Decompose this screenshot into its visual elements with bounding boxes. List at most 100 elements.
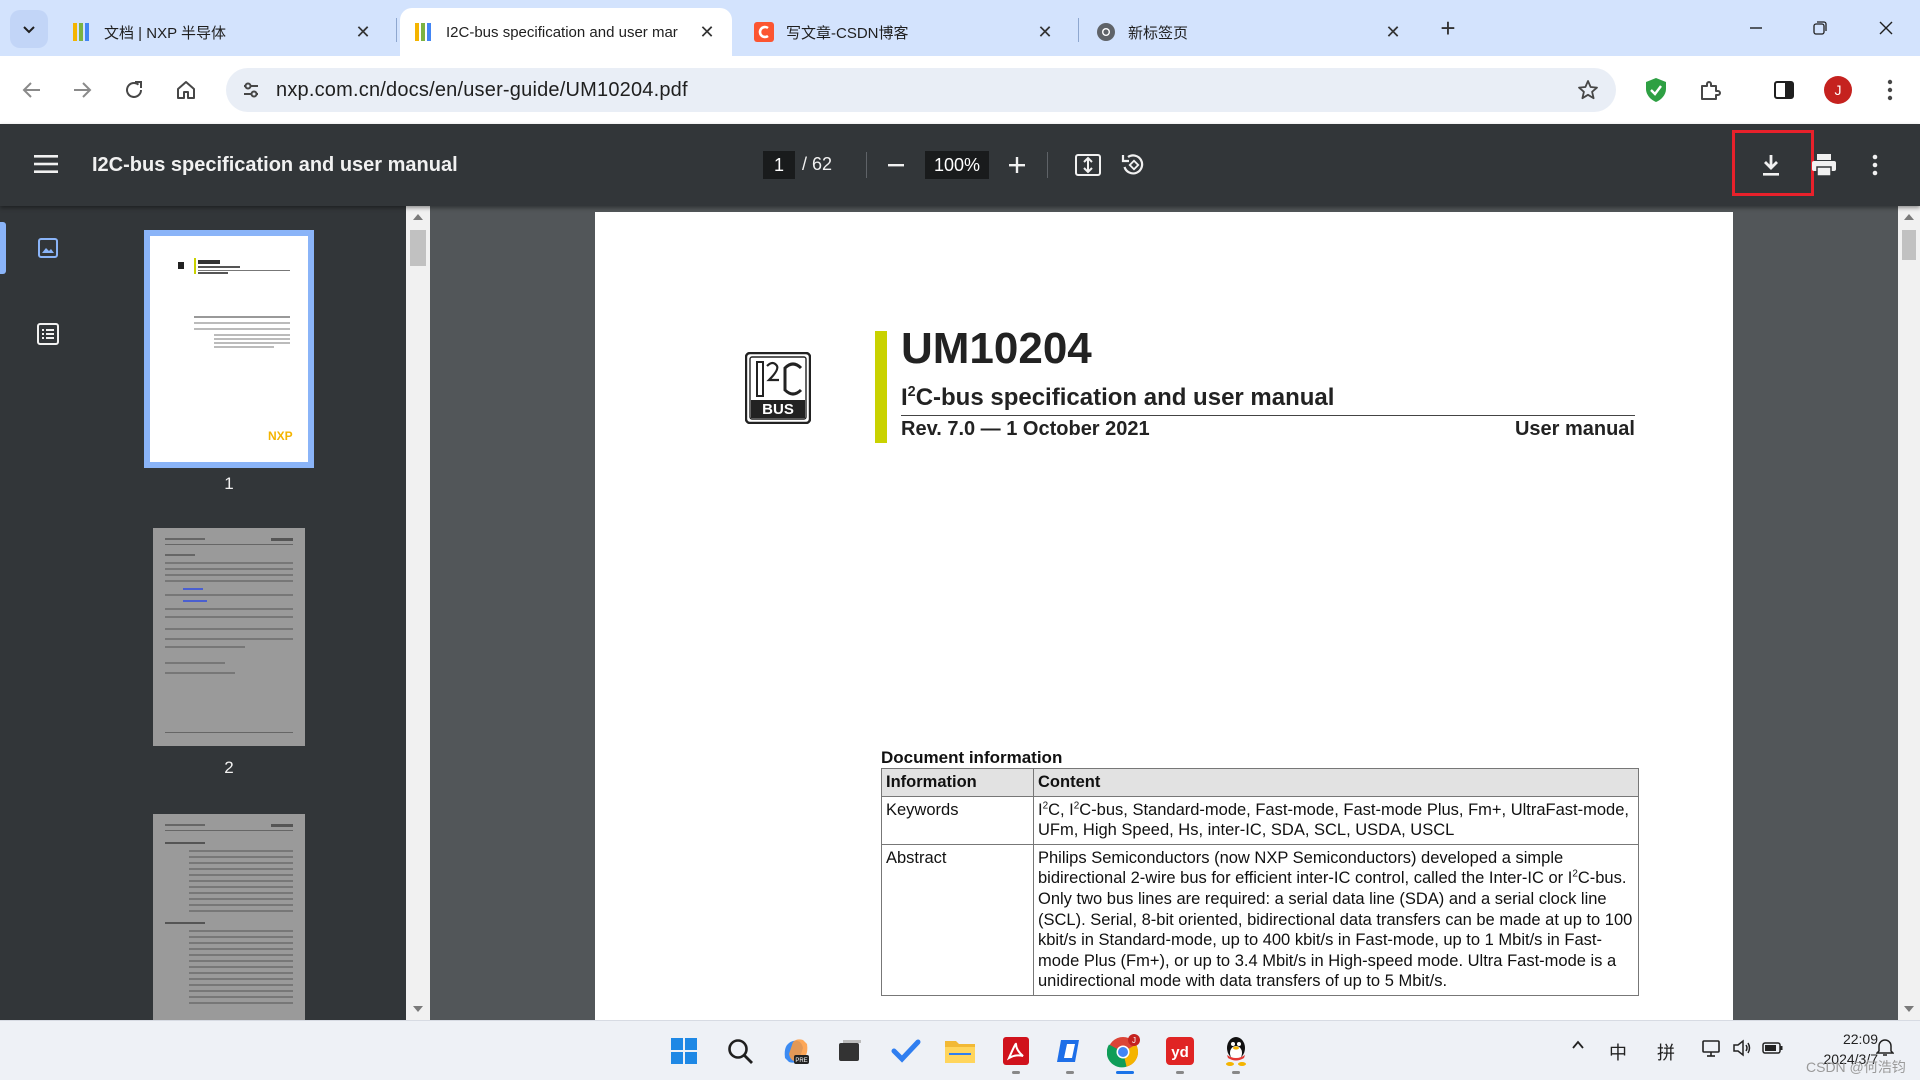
pdf-more-button[interactable] bbox=[1856, 146, 1894, 184]
thumbnail-preview: NXP bbox=[178, 258, 293, 443]
pdf-viewer-canvas[interactable]: BUS UM10204 I2C-bus specification and us… bbox=[430, 206, 1898, 1020]
browser-menu-button[interactable] bbox=[1872, 72, 1908, 108]
tab-new-tab[interactable]: 新标签页 ✕ bbox=[1082, 8, 1418, 56]
app-running-indicator bbox=[1066, 1071, 1074, 1074]
svg-text:NXP: NXP bbox=[268, 429, 293, 443]
address-bar[interactable]: nxp.com.cn/docs/en/user-guide/UM10204.pd… bbox=[226, 68, 1616, 112]
close-icon[interactable]: ✕ bbox=[1382, 21, 1404, 43]
thumbnail-sidebar: NXP 1 2 bbox=[0, 206, 406, 1020]
start-button[interactable] bbox=[666, 1033, 702, 1069]
bookmark-button[interactable] bbox=[1574, 76, 1602, 104]
document-type: User manual bbox=[1514, 418, 1635, 440]
back-button[interactable] bbox=[12, 70, 52, 110]
zoom-level-input[interactable]: 100% bbox=[925, 151, 989, 179]
window-close-button[interactable] bbox=[1866, 8, 1906, 48]
tab-search-button[interactable] bbox=[10, 10, 48, 48]
main-scrollbar[interactable] bbox=[1898, 206, 1920, 1020]
task-view-app[interactable] bbox=[832, 1033, 868, 1069]
profile-button[interactable]: J bbox=[1820, 72, 1856, 108]
pdf-menu-button[interactable] bbox=[28, 146, 64, 182]
search-button[interactable] bbox=[722, 1033, 758, 1069]
restore-icon bbox=[1813, 21, 1827, 35]
more-vert-icon bbox=[1872, 154, 1878, 176]
network-icon bbox=[1702, 1040, 1720, 1057]
table-cell: Philips Semiconductors (now NXP Semicond… bbox=[1033, 843, 1639, 996]
thumbnail-page-number: 2 bbox=[224, 758, 234, 777]
avatar: J bbox=[1824, 76, 1852, 104]
fit-page-button[interactable] bbox=[1069, 146, 1107, 184]
page-thumbnail[interactable] bbox=[153, 528, 305, 746]
list-icon bbox=[37, 323, 59, 345]
i2c-bus-logo: BUS bbox=[745, 352, 811, 424]
close-icon[interactable]: ✕ bbox=[352, 21, 374, 43]
page-thumbnail[interactable]: NXP bbox=[144, 230, 314, 468]
extensions-button[interactable] bbox=[1692, 72, 1728, 108]
tune-icon bbox=[244, 82, 258, 98]
sidebar-rail bbox=[0, 206, 94, 1020]
speaker-icon bbox=[1733, 1039, 1751, 1057]
qq-app[interactable] bbox=[1218, 1033, 1254, 1069]
todo-app[interactable] bbox=[888, 1033, 924, 1069]
tab-nxp-docs[interactable]: 文档 | NXP 半导体 ✕ bbox=[58, 8, 388, 56]
thumbnails-view-button[interactable] bbox=[26, 226, 70, 270]
csdn-favicon-icon bbox=[754, 22, 774, 42]
ime-pinyin-indicator[interactable]: 拼 bbox=[1657, 1039, 1675, 1065]
file-explorer-app[interactable] bbox=[942, 1033, 978, 1069]
tray-overflow-button[interactable] bbox=[1570, 1037, 1586, 1058]
scroll-up-icon bbox=[413, 214, 423, 220]
chevron-up-icon bbox=[1572, 1040, 1584, 1049]
pdf-toolbar: I2C-bus specification and user manual 1 … bbox=[0, 124, 1920, 206]
page-number-input[interactable]: 1 bbox=[763, 151, 795, 179]
volume-button[interactable] bbox=[1732, 1038, 1752, 1063]
table-cell: Abstract bbox=[881, 843, 1034, 996]
reload-button[interactable] bbox=[114, 70, 154, 110]
pinned-app[interactable] bbox=[1052, 1033, 1088, 1069]
scrollbar-thumb[interactable] bbox=[1902, 230, 1916, 260]
acrobat-icon bbox=[1003, 1037, 1029, 1065]
table-row: Keywords I2C, I2C-bus, Standard-mode, Fa… bbox=[881, 795, 1639, 845]
restore-button[interactable] bbox=[1800, 8, 1840, 48]
rotate-button[interactable] bbox=[1114, 146, 1152, 184]
close-icon[interactable]: ✕ bbox=[696, 21, 718, 43]
forward-button[interactable] bbox=[62, 70, 102, 110]
rotate-icon bbox=[1121, 154, 1144, 175]
close-icon[interactable]: ✕ bbox=[1034, 21, 1056, 43]
tab-csdn[interactable]: 写文章-CSDN博客 ✕ bbox=[740, 8, 1070, 56]
battery-button[interactable] bbox=[1762, 1038, 1784, 1063]
copilot-app[interactable]: PRE bbox=[778, 1033, 814, 1069]
print-button[interactable] bbox=[1805, 146, 1843, 184]
tab-divider bbox=[396, 18, 397, 42]
extension-shield[interactable] bbox=[1638, 72, 1674, 108]
sidebar-scrollbar[interactable] bbox=[406, 206, 430, 1020]
app-running-indicator bbox=[1176, 1071, 1184, 1074]
ime-mode-indicator[interactable]: 中 bbox=[1609, 1039, 1627, 1065]
shield-icon bbox=[1646, 78, 1666, 102]
zoom-in-button[interactable] bbox=[998, 146, 1036, 184]
new-tab-button[interactable]: + bbox=[1432, 12, 1464, 44]
search-icon bbox=[728, 1039, 753, 1064]
url-text[interactable]: nxp.com.cn/docs/en/user-guide/UM10204.pd… bbox=[276, 79, 688, 102]
minimize-button[interactable] bbox=[1736, 8, 1776, 48]
youdao-app[interactable]: yd bbox=[1162, 1033, 1198, 1069]
zoom-out-button[interactable] bbox=[877, 146, 915, 184]
page-thumbnail[interactable] bbox=[153, 814, 305, 1020]
logo-bus-text: BUS bbox=[762, 401, 794, 418]
chrome-favicon-icon bbox=[1096, 22, 1116, 42]
table-header-row: Information Content bbox=[881, 768, 1639, 797]
image-icon bbox=[38, 238, 58, 258]
tab-i2c-spec[interactable]: I2C-bus specification and user mar ✕ bbox=[400, 8, 732, 56]
tab-title: 文档 | NXP 半导体 bbox=[104, 24, 226, 42]
side-panel-button[interactable] bbox=[1766, 72, 1802, 108]
network-button[interactable] bbox=[1702, 1038, 1722, 1063]
home-icon bbox=[177, 81, 195, 99]
acrobat-app[interactable] bbox=[998, 1033, 1034, 1069]
home-button[interactable] bbox=[166, 70, 206, 110]
print-icon bbox=[1812, 154, 1836, 177]
scrollbar-thumb[interactable] bbox=[410, 230, 426, 266]
chrome-app[interactable]: J bbox=[1106, 1033, 1142, 1069]
outline-view-button[interactable] bbox=[26, 312, 70, 356]
site-info-button[interactable] bbox=[236, 75, 266, 105]
task-view-icon bbox=[839, 1040, 861, 1061]
svg-text:PRE: PRE bbox=[795, 1058, 807, 1064]
browser-toolbar: nxp.com.cn/docs/en/user-guide/UM10204.pd… bbox=[0, 56, 1920, 124]
